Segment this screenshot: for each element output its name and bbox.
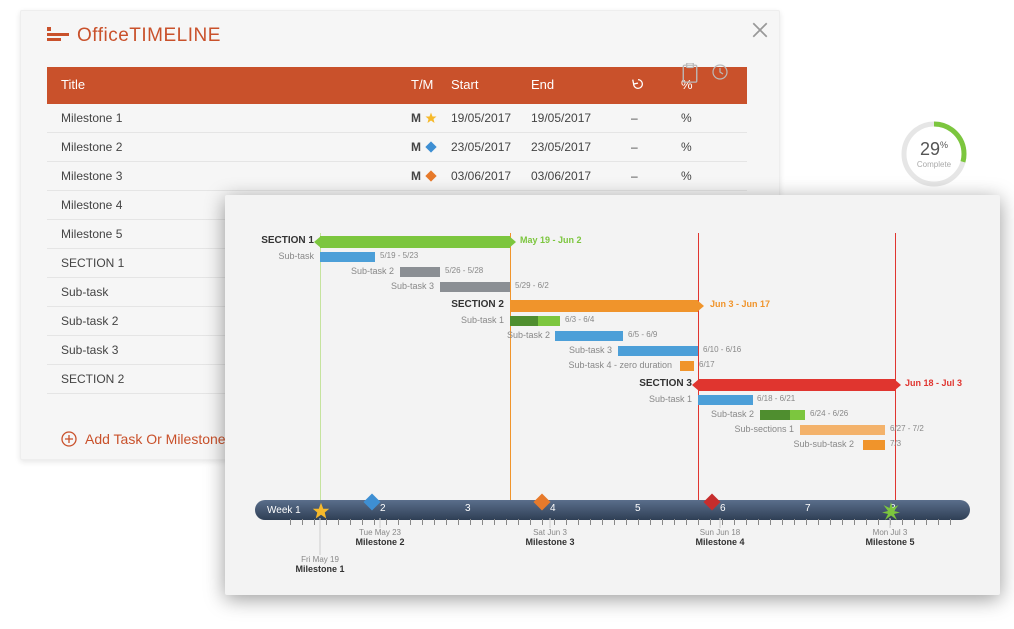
close-icon[interactable] [751, 21, 769, 39]
axis-minor-ticks [255, 519, 970, 527]
milestone-marker[interactable] [712, 502, 728, 518]
section2-range: Jun 3 - Jun 17 [710, 299, 770, 309]
task-bar[interactable] [538, 316, 560, 326]
topright [751, 21, 769, 39]
task-bar[interactable] [863, 440, 885, 450]
milestone-marker[interactable] [372, 502, 388, 518]
cell-title: Milestone 1 [61, 111, 411, 125]
add-task-button[interactable]: Add Task Or Milestone [61, 431, 226, 447]
brand-office: Office [77, 25, 129, 46]
task-bar[interactable] [800, 425, 885, 435]
brand-timeline: TIMELINE [129, 25, 221, 46]
cell-tm: M [411, 169, 451, 183]
table-row[interactable]: Milestone 1M19/05/201719/05/2017–% [47, 104, 747, 133]
milestone-connector [550, 518, 551, 528]
cell-pct: % [681, 169, 721, 183]
progress-label: Complete [917, 160, 951, 169]
history-icon[interactable] [711, 63, 729, 81]
milestone-label: Mon Jul 3Milestone 5 [865, 528, 914, 547]
section1-range: May 19 - Jun 2 [520, 235, 582, 245]
task-bar[interactable] [618, 346, 698, 356]
section3-bar[interactable] [698, 379, 895, 391]
milestone-connector [890, 518, 891, 528]
milestone-marker[interactable] [882, 502, 898, 518]
cell-end: 03/06/2017 [531, 169, 631, 183]
hdr-start: Start [451, 77, 531, 94]
milestone-label: Fri May 19Milestone 1 [295, 555, 344, 574]
milestone-marker[interactable] [312, 502, 328, 518]
cell-start: 03/06/2017 [451, 169, 531, 183]
cell-end: 23/05/2017 [531, 140, 631, 154]
task-bar[interactable] [760, 410, 790, 420]
axis-label: Week 1 [267, 505, 301, 516]
app-logo-icon [47, 27, 69, 45]
milestone-connector [380, 518, 381, 528]
cell-pct: % [681, 111, 721, 125]
milestone-connector [320, 518, 321, 555]
section1-bar[interactable] [320, 236, 510, 248]
milestone-label: Sat Jun 3Milestone 3 [525, 528, 574, 547]
section1-label: SECTION 1 [261, 235, 314, 246]
brand-row: OfficeTIMELINE [21, 11, 779, 57]
cell-dur: – [631, 140, 681, 154]
section3-range: Jun 18 - Jul 3 [905, 378, 962, 388]
cell-title: Milestone 2 [61, 140, 411, 154]
gantt-panel: SECTION 1 May 19 - Jun 2 Sub-task 5/19 -… [225, 195, 1000, 595]
progress-pct: 29% [920, 139, 948, 160]
section3-label: SECTION 3 [639, 378, 692, 389]
hdr-title: Title [61, 77, 411, 94]
cell-start: 19/05/2017 [451, 111, 531, 125]
clipboard-icon[interactable] [681, 63, 699, 81]
task-lbl: Sub-task 3 [391, 281, 434, 291]
cell-title: Milestone 3 [61, 169, 411, 183]
add-label: Add Task Or Milestone [85, 431, 226, 447]
milestone-label: Tue May 23Milestone 2 [355, 528, 404, 547]
table-header: Title T/M Start End % [47, 67, 747, 104]
cell-dur: – [631, 169, 681, 183]
hdr-dur [631, 77, 681, 94]
task-bar[interactable] [320, 252, 375, 262]
table-row[interactable]: Milestone 2M23/05/201723/05/2017–% [47, 133, 747, 162]
task-bar[interactable] [790, 410, 805, 420]
task-lbl: Sub-task 2 [351, 266, 394, 276]
hdr-tm: T/M [411, 77, 451, 94]
brand-text: OfficeTIMELINE [77, 25, 221, 47]
cell-pct: % [681, 140, 721, 154]
task-bar[interactable] [510, 316, 538, 326]
milestone-label: Sun Jun 18Milestone 4 [695, 528, 744, 547]
cell-tm: M [411, 140, 451, 154]
task-bar[interactable] [440, 282, 510, 292]
progress-ring: 29% Complete [894, 120, 974, 188]
task-bar[interactable] [555, 331, 623, 341]
milestone-marker[interactable] [542, 502, 558, 518]
task-lbl: Sub-task [278, 251, 314, 261]
task-bar[interactable] [400, 267, 440, 277]
section2-label: SECTION 2 [451, 299, 504, 310]
cell-start: 23/05/2017 [451, 140, 531, 154]
plus-circle-icon [61, 431, 77, 447]
milestone-connector [720, 518, 721, 528]
cell-end: 19/05/2017 [531, 111, 631, 125]
table-row[interactable]: Milestone 3M03/06/201703/06/2017–% [47, 162, 747, 191]
hdr-end: End [531, 77, 631, 94]
cell-tm: M [411, 111, 451, 125]
task-bar[interactable] [698, 395, 753, 405]
cell-dur: – [631, 111, 681, 125]
section2-bar[interactable] [510, 300, 698, 312]
task-bar[interactable] [680, 361, 694, 371]
timeline-axis: Week 1 2 3 4 5 6 7 8 [255, 500, 970, 520]
